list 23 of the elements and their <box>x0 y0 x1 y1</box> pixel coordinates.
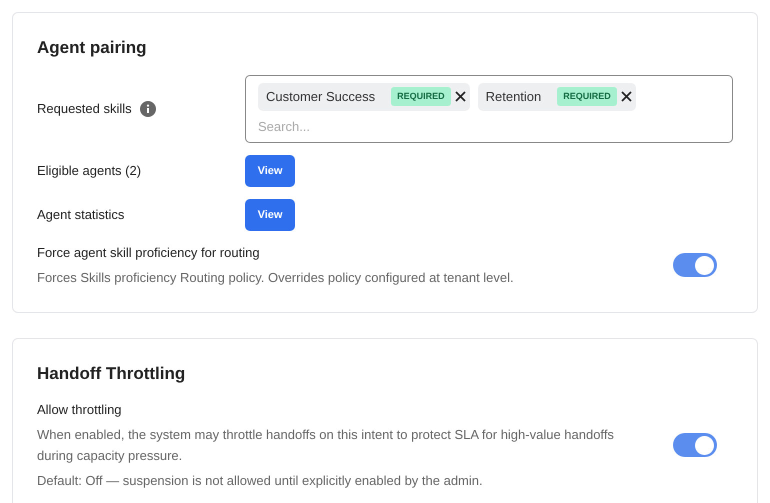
required-badge: REQUIRED <box>391 86 451 106</box>
view-button[interactable]: View <box>245 155 295 187</box>
field-label: Agent statistics <box>37 206 126 224</box>
setting-description: When enabled, the system may throttle handoffs on this intent to protect SLA for high-value handoffs during capacity pressure. <box>37 426 615 465</box>
required-badge: REQUIRED <box>557 86 617 106</box>
search-field[interactable]: Search... <box>258 116 720 136</box>
skill-name: Retention <box>486 88 542 106</box>
field-label: Requested skills <box>37 100 132 118</box>
toggle-switch[interactable] <box>673 253 717 278</box>
setting-description: Forces Skills proficiency Routing policy. Overrides policy configured at tenant level. <box>37 268 515 287</box>
field-label: Eligible agents (2) <box>37 162 142 180</box>
close-icon[interactable] <box>620 91 632 102</box>
setting-description: Default: Off — suspension is not allowed until explicitly enabled by the admin. <box>37 472 484 490</box>
skills-field[interactable]: Customer Success REQUIRED Retention REQUIRED Search... <box>245 74 733 143</box>
setting-title: Allow throttling <box>37 401 123 419</box>
toggle-switch[interactable] <box>673 433 717 458</box>
info-icon <box>140 100 156 117</box>
view-button[interactable]: View <box>245 199 295 231</box>
section-title: Agent pairing <box>37 37 148 59</box>
section-title: Handoff Throttling <box>37 362 186 385</box>
close-icon[interactable] <box>454 91 466 102</box>
skill-name: Customer Success <box>266 88 376 106</box>
setting-title: Force agent skill proficiency for routing <box>37 244 261 262</box>
